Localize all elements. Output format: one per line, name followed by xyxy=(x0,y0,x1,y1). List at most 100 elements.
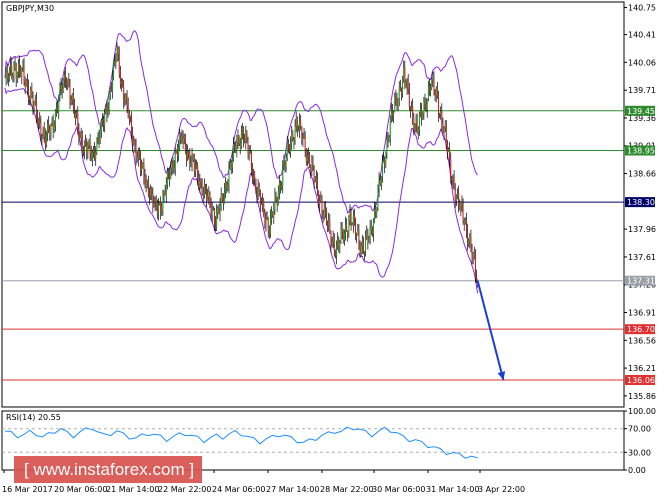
candle-body xyxy=(309,155,311,168)
candle-body xyxy=(187,151,189,159)
candle-body xyxy=(103,124,105,126)
candle-body xyxy=(239,143,241,147)
candle-body xyxy=(85,140,87,146)
candle-body xyxy=(372,221,374,234)
candle-body xyxy=(106,107,108,115)
candle-body xyxy=(189,152,191,165)
candle-body xyxy=(134,140,136,146)
candle-body xyxy=(452,177,454,181)
candle-body xyxy=(288,145,290,152)
candle-body xyxy=(434,92,436,96)
level-tag-label: 137.31 xyxy=(627,277,655,286)
candle-body xyxy=(407,81,409,90)
chart-svg: 140.75140.41140.06139.71139.36139.01138.… xyxy=(1,1,656,494)
candle-body xyxy=(182,138,184,143)
candle-body xyxy=(174,152,176,169)
candle-body xyxy=(126,94,128,106)
candle-body xyxy=(224,190,226,203)
candle-body xyxy=(331,241,333,245)
candle-body xyxy=(235,145,237,151)
y-tick-label: 140.75 xyxy=(628,4,656,13)
candle-body xyxy=(396,98,398,107)
candle-body xyxy=(227,185,229,188)
candle-body xyxy=(368,237,370,242)
candle-body xyxy=(332,238,334,242)
candle-body xyxy=(246,133,248,141)
level-tag-label: 138.30 xyxy=(627,198,655,207)
candle-body xyxy=(12,75,14,77)
candle-body xyxy=(50,123,52,135)
candle-body xyxy=(435,89,437,96)
candle-body xyxy=(349,212,351,221)
candle-body xyxy=(436,89,438,98)
candle-body xyxy=(142,163,144,167)
candle-body xyxy=(221,193,223,199)
y-tick-label: 136.21 xyxy=(628,364,656,373)
candle-body xyxy=(60,85,62,90)
candle-body xyxy=(157,204,159,214)
rsi-y-tick-label: 100.00 xyxy=(628,407,656,416)
candle-body xyxy=(69,86,71,102)
watermark-logo: [ www.instaforex.com ] xyxy=(14,456,202,483)
candle-body xyxy=(423,101,425,114)
candle-body xyxy=(408,89,410,107)
candle-body xyxy=(138,150,140,159)
candle-body xyxy=(269,217,271,234)
candle-body xyxy=(26,80,28,87)
candle-body xyxy=(247,140,249,154)
candle-body xyxy=(64,75,66,85)
candle-body xyxy=(108,93,110,110)
candle-body xyxy=(119,73,121,85)
candle-body xyxy=(105,107,107,113)
candle-body xyxy=(454,189,456,201)
candle-body xyxy=(268,230,270,234)
candle-body xyxy=(395,97,397,99)
candle-body xyxy=(90,153,92,160)
candle-body xyxy=(51,122,53,124)
candle-body xyxy=(99,130,101,142)
candle-body xyxy=(325,210,327,224)
candle-body xyxy=(328,220,330,226)
candle-body xyxy=(387,139,389,141)
candle-body xyxy=(59,85,61,99)
candle-body xyxy=(201,181,203,195)
candle-body xyxy=(443,126,445,133)
candle-body xyxy=(190,163,192,165)
candle-body xyxy=(10,65,12,69)
candle-body xyxy=(253,176,255,181)
candle-body xyxy=(75,113,77,118)
candle-body xyxy=(278,182,280,193)
candle-body xyxy=(249,151,251,153)
candle-body xyxy=(304,135,306,150)
x-tick-label: 22 Mar 22:00 xyxy=(158,485,211,494)
candle-body xyxy=(322,211,324,218)
candle-body xyxy=(153,202,155,207)
x-tick-label: 28 Mar 22:00 xyxy=(320,485,373,494)
candle-body xyxy=(315,178,317,182)
candle-body xyxy=(416,120,418,133)
candle-body xyxy=(409,106,411,111)
candle-body xyxy=(96,137,98,153)
x-tick-label: 20 Mar 06:00 xyxy=(54,485,107,494)
candle-body xyxy=(446,144,448,153)
candle-body xyxy=(7,77,9,80)
candle-body xyxy=(151,188,153,195)
candle-body xyxy=(32,97,34,108)
candle-body xyxy=(147,181,149,196)
candle-body xyxy=(285,158,287,166)
candle-body xyxy=(402,78,404,94)
candle-body xyxy=(91,152,93,160)
candle-body xyxy=(359,242,361,253)
candle-body xyxy=(327,223,329,226)
x-tick-label: 31 Mar 14:00 xyxy=(426,485,479,494)
candle-body xyxy=(148,195,150,198)
candle-body xyxy=(104,112,106,126)
candle-body xyxy=(314,180,316,182)
candle-body xyxy=(217,208,219,212)
candle-body xyxy=(474,257,476,275)
candle-body xyxy=(421,109,423,118)
candle-body xyxy=(420,109,422,115)
candle-body xyxy=(43,129,45,136)
candle-body xyxy=(428,86,430,90)
candle-body xyxy=(200,181,202,182)
